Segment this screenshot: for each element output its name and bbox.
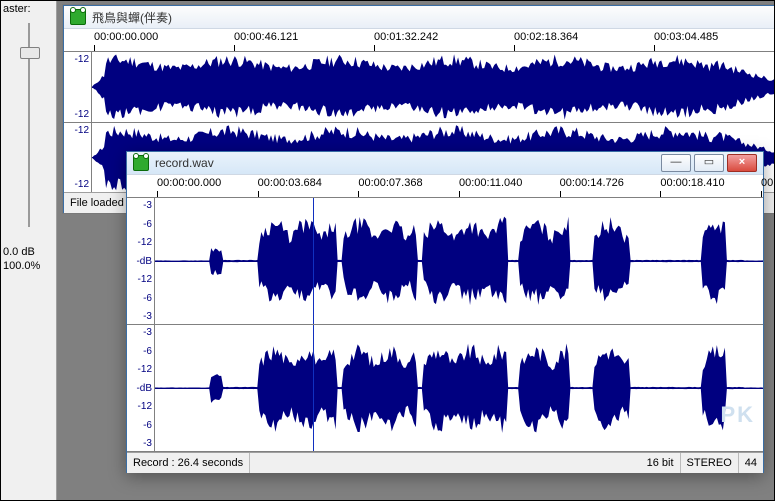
wave-window-record[interactable]: record.wav — ▭ × 00:00:00.000 00:00:03.68… (126, 151, 764, 473)
rec-wave-svg-r (155, 325, 763, 451)
ruler-tick: 00:00:18.410 (660, 177, 724, 189)
ruler-tick: 00:00:22.092 (761, 177, 775, 189)
master-db: 0.0 dB (3, 245, 56, 259)
master-volume-slider[interactable] (16, 19, 42, 239)
slider-thumb[interactable] (20, 47, 40, 59)
minimize-button[interactable]: — (661, 154, 691, 172)
rec-status-left: Record : 26.4 seconds (127, 453, 250, 473)
rec-wave-svg-l (155, 198, 763, 324)
rec-titlebar[interactable]: record.wav — ▭ × (127, 152, 763, 175)
playback-cursor[interactable] (313, 198, 314, 324)
rec-statusbar: Record : 26.4 seconds 16 bit STEREO 44 (127, 452, 763, 473)
bg-wave-svg-l (92, 52, 775, 122)
ruler-tick: 00:00:14.726 (560, 177, 624, 189)
master-label: aster: (1, 1, 56, 15)
rec-status-chan: STEREO (681, 453, 739, 473)
app-stage: aster: 0.0 dB 100.0% 飛鳥與蟬(伴奏) 00:00:00.0… (0, 0, 775, 501)
maximize-button[interactable]: ▭ (694, 154, 724, 172)
bg-time-ruler[interactable]: 00:00:00.000 00:00:46.121 00:01:32.242 00:0… (64, 29, 775, 52)
playback-cursor[interactable] (313, 325, 314, 451)
ruler-tick: 00:01:32.242 (374, 31, 438, 43)
rec-status-rate: 44 (739, 453, 763, 473)
rec-status-bits: 16 bit (641, 453, 681, 473)
ruler-tick: 00:00:11.040 (459, 177, 522, 189)
app-icon (133, 155, 149, 171)
bg-db-scale-left: -12-12 (64, 52, 92, 122)
ruler-tick: 00:00:00.000 (157, 177, 221, 189)
master-pct: 100.0% (3, 259, 56, 273)
bg-waveform-left[interactable] (92, 52, 775, 122)
ruler-tick: 00:00:46.121 (234, 31, 298, 43)
bg-titlebar[interactable]: 飛鳥與蟬(伴奏) (64, 6, 775, 29)
rec-waveform-right[interactable] (155, 325, 763, 451)
rec-db-scale-right: -3-6-12-dB-12-6-3 (127, 325, 155, 451)
ruler-tick: 00:02:18.364 (514, 31, 578, 43)
bg-title: 飛鳥與蟬(伴奏) (92, 9, 775, 26)
close-button[interactable]: × (727, 154, 757, 172)
rec-waveform-left[interactable] (155, 198, 763, 324)
master-readout: 0.0 dB 100.0% (1, 245, 56, 273)
app-icon (70, 9, 86, 25)
ruler-tick: 00:00:07.368 (358, 177, 422, 189)
ruler-tick: 00:03:04.485 (654, 31, 718, 43)
ruler-tick: 00:00:00.000 (94, 31, 158, 43)
master-panel: aster: 0.0 dB 100.0% (1, 1, 57, 501)
rec-db-scale-left: -3-6-12-dB-12-6-3 (127, 198, 155, 324)
ruler-tick: 00:00:03.684 (258, 177, 322, 189)
bg-status-left: File loaded (64, 193, 131, 213)
rec-time-ruler[interactable]: 00:00:00.000 00:00:03.684 00:00:07.368 00:0… (127, 175, 763, 198)
rec-title: record.wav (155, 156, 655, 170)
bg-db-scale-right: -12-12 (64, 123, 92, 193)
